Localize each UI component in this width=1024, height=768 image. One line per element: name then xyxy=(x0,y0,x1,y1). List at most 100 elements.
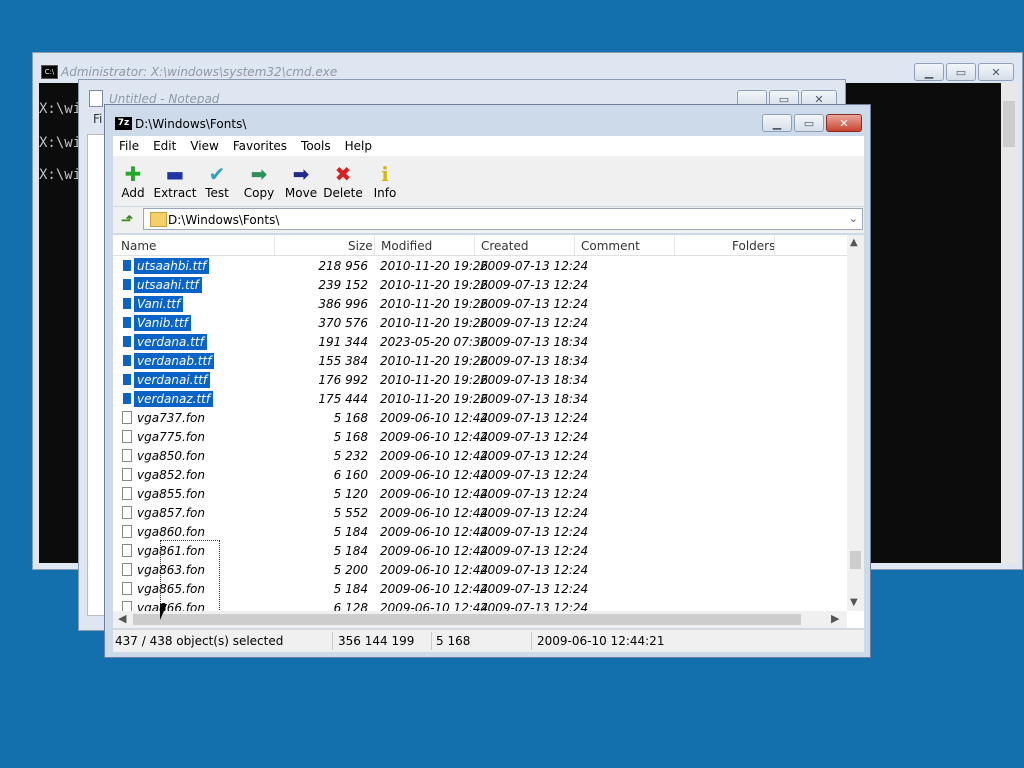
column-header-created[interactable]: Created xyxy=(481,239,529,253)
folder-up-icon: ⬏ xyxy=(120,211,134,229)
maximize-button[interactable]: ▭ xyxy=(946,63,976,81)
table-row[interactable]: vga863.fon 5 200 2009-06-10 12:44 2009-07-1… xyxy=(113,561,847,580)
scroll-thumb[interactable] xyxy=(850,551,861,569)
copy-button[interactable]: ➡ Copy xyxy=(237,162,281,200)
7zip-title: D:\Windows\Fonts\ xyxy=(135,117,247,131)
table-row[interactable]: vga865.fon 5 184 2009-06-10 12:44 2009-07-1… xyxy=(113,580,847,599)
table-row[interactable]: verdanaz.ttf 175 444 2010-11-20 19:26 2009-… xyxy=(113,390,847,409)
file-created: 2009-07-13 12:24 xyxy=(480,563,589,577)
menu-view[interactable]: View xyxy=(184,136,226,156)
status-bar: 437 / 438 object(s) selected 356 144 199… xyxy=(113,629,864,652)
file-modified: 2010-11-20 19:26 xyxy=(380,392,489,406)
cmd-vertical-scrollbar[interactable] xyxy=(1001,83,1018,563)
vertical-scrollbar[interactable]: ▲ ▼ xyxy=(847,235,864,611)
maximize-button[interactable]: ▭ xyxy=(794,114,824,132)
7zip-window[interactable]: 7z D:\Windows\Fonts\ ▁ ▭ ✕ File Edit Vie… xyxy=(104,104,871,658)
file-name: verdana.ttf xyxy=(134,334,207,350)
add-button[interactable]: ✚ Add xyxy=(111,162,155,200)
table-row[interactable]: vga855.fon 5 120 2009-06-10 12:44 2009-07-1… xyxy=(113,485,847,504)
console-line: X:\wi xyxy=(39,135,82,151)
copy-label: Copy xyxy=(243,186,275,200)
scroll-thumb[interactable] xyxy=(1003,101,1015,147)
file-name: Vanib.ttf xyxy=(134,315,191,331)
table-row[interactable]: vga860.fon 5 184 2009-06-10 12:44 2009-07-1… xyxy=(113,523,847,542)
scroll-thumb[interactable] xyxy=(133,614,801,625)
table-row[interactable]: verdanab.ttf 155 384 2010-11-20 19:26 2009-… xyxy=(113,352,847,371)
notepad-menu-file[interactable]: Fi xyxy=(93,112,102,126)
toolbar: ✚ Add ▬ Extract ✔ Test ➡ Copy ➡ Move ✖ D… xyxy=(113,156,864,206)
column-header-name[interactable]: Name xyxy=(121,239,156,253)
scroll-down-icon[interactable]: ▼ xyxy=(850,597,858,608)
cmd-title: Administrator: X:\windows\system32\cmd.e… xyxy=(61,65,338,79)
table-row[interactable]: vga850.fon 5 232 2009-06-10 12:44 2009-07-1… xyxy=(113,447,847,466)
column-header-modified[interactable]: Modified xyxy=(381,239,432,253)
scroll-right-icon[interactable]: ▶ xyxy=(831,612,839,625)
close-button[interactable]: ✕ xyxy=(978,63,1014,81)
table-row[interactable]: vga852.fon 6 160 2009-06-10 12:44 2009-07-1… xyxy=(113,466,847,485)
menu-edit[interactable]: Edit xyxy=(147,136,184,156)
info-icon: i xyxy=(381,162,389,186)
folder-up-button[interactable]: ⬏ xyxy=(117,210,137,230)
file-modified: 2009-06-10 12:44 xyxy=(380,430,489,444)
horizontal-scrollbar[interactable]: ◀ ▶ xyxy=(113,611,847,628)
file-modified: 2009-06-10 12:44 xyxy=(380,468,489,482)
close-button[interactable]: ✕ xyxy=(826,114,862,132)
file-size: 5 168 xyxy=(333,411,368,425)
close-icon: ✕ xyxy=(839,116,849,130)
file-icon xyxy=(122,278,132,291)
file-size: 5 232 xyxy=(333,449,368,463)
table-row[interactable]: vga775.fon 5 168 2009-06-10 12:44 2009-07-1… xyxy=(113,428,847,447)
table-row[interactable]: utsaahi.ttf 239 152 2010-11-20 19:26 2009-0… xyxy=(113,276,847,295)
file-size: 176 992 xyxy=(318,373,368,387)
table-row[interactable]: vga857.fon 5 552 2009-06-10 12:44 2009-07-1… xyxy=(113,504,847,523)
delete-button[interactable]: ✖ Delete xyxy=(321,162,365,200)
file-created: 2009-07-13 12:24 xyxy=(480,297,589,311)
column-header-size[interactable]: Size xyxy=(348,239,373,253)
file-icon xyxy=(122,335,132,348)
file-size: 239 152 xyxy=(318,278,368,292)
test-label: Test xyxy=(205,186,229,200)
menu-tools[interactable]: Tools xyxy=(295,136,339,156)
move-button[interactable]: ➡ Move xyxy=(279,162,323,200)
menu-file[interactable]: File xyxy=(113,136,147,156)
column-header-folders[interactable]: Folders xyxy=(732,239,775,253)
address-bar: ⬏ D:\Windows\Fonts\ ⌄ xyxy=(113,207,864,233)
maximize-icon: ▭ xyxy=(803,116,815,130)
file-name: utsaahbi.ttf xyxy=(134,258,210,274)
column-header-comment[interactable]: Comment xyxy=(581,239,640,253)
scroll-up-icon[interactable]: ▲ xyxy=(850,237,858,248)
file-created: 2009-07-13 12:24 xyxy=(480,259,589,273)
file-name: vga737.fon xyxy=(137,411,205,425)
chevron-down-icon[interactable]: ⌄ xyxy=(849,212,858,225)
table-row[interactable]: verdana.ttf 191 344 2023-05-20 07:36 2009-0… xyxy=(113,333,847,352)
minimize-button[interactable]: ▁ xyxy=(762,114,792,132)
file-icon xyxy=(122,316,132,329)
file-modified: 2009-06-10 12:44 xyxy=(380,411,489,425)
table-row[interactable]: Vanib.ttf 370 576 2010-11-20 19:26 2009-07-… xyxy=(113,314,847,333)
minimize-button[interactable]: ▁ xyxy=(914,63,944,81)
info-button[interactable]: i Info xyxy=(363,162,407,200)
menu-favorites[interactable]: Favorites xyxy=(227,136,295,156)
file-list[interactable]: Name Size Modified Created Comment Folde… xyxy=(113,235,864,628)
file-created: 2009-07-13 12:24 xyxy=(480,544,589,558)
file-icon xyxy=(122,259,132,272)
scroll-left-icon[interactable]: ◀ xyxy=(118,612,126,625)
table-row[interactable]: vga737.fon 5 168 2009-06-10 12:44 2009-07-1… xyxy=(113,409,847,428)
file-size: 5 200 xyxy=(333,563,368,577)
file-created: 2009-07-13 12:24 xyxy=(480,487,589,501)
address-combobox[interactable]: D:\Windows\Fonts\ ⌄ xyxy=(143,208,863,230)
delete-label: Delete xyxy=(323,186,363,200)
table-row[interactable]: verdanai.ttf 176 992 2010-11-20 19:26 2009-… xyxy=(113,371,847,390)
file-size: 5 184 xyxy=(333,525,368,539)
file-size: 386 996 xyxy=(318,297,368,311)
file-icon xyxy=(122,297,132,310)
console-line: X:\wi xyxy=(39,167,82,183)
extract-button[interactable]: ▬ Extract xyxy=(153,162,197,200)
test-button[interactable]: ✔ Test xyxy=(195,162,239,200)
table-row[interactable]: utsaahbi.ttf 218 956 2010-11-20 19:26 2009-… xyxy=(113,257,847,276)
file-modified: 2010-11-20 19:26 xyxy=(380,297,489,311)
table-row[interactable]: Vani.ttf 386 996 2010-11-20 19:26 2009-07-1… xyxy=(113,295,847,314)
menu-help[interactable]: Help xyxy=(339,136,380,156)
move-icon: ➡ xyxy=(292,162,310,186)
table-row[interactable]: vga861.fon 5 184 2009-06-10 12:44 2009-07-1… xyxy=(113,542,847,561)
